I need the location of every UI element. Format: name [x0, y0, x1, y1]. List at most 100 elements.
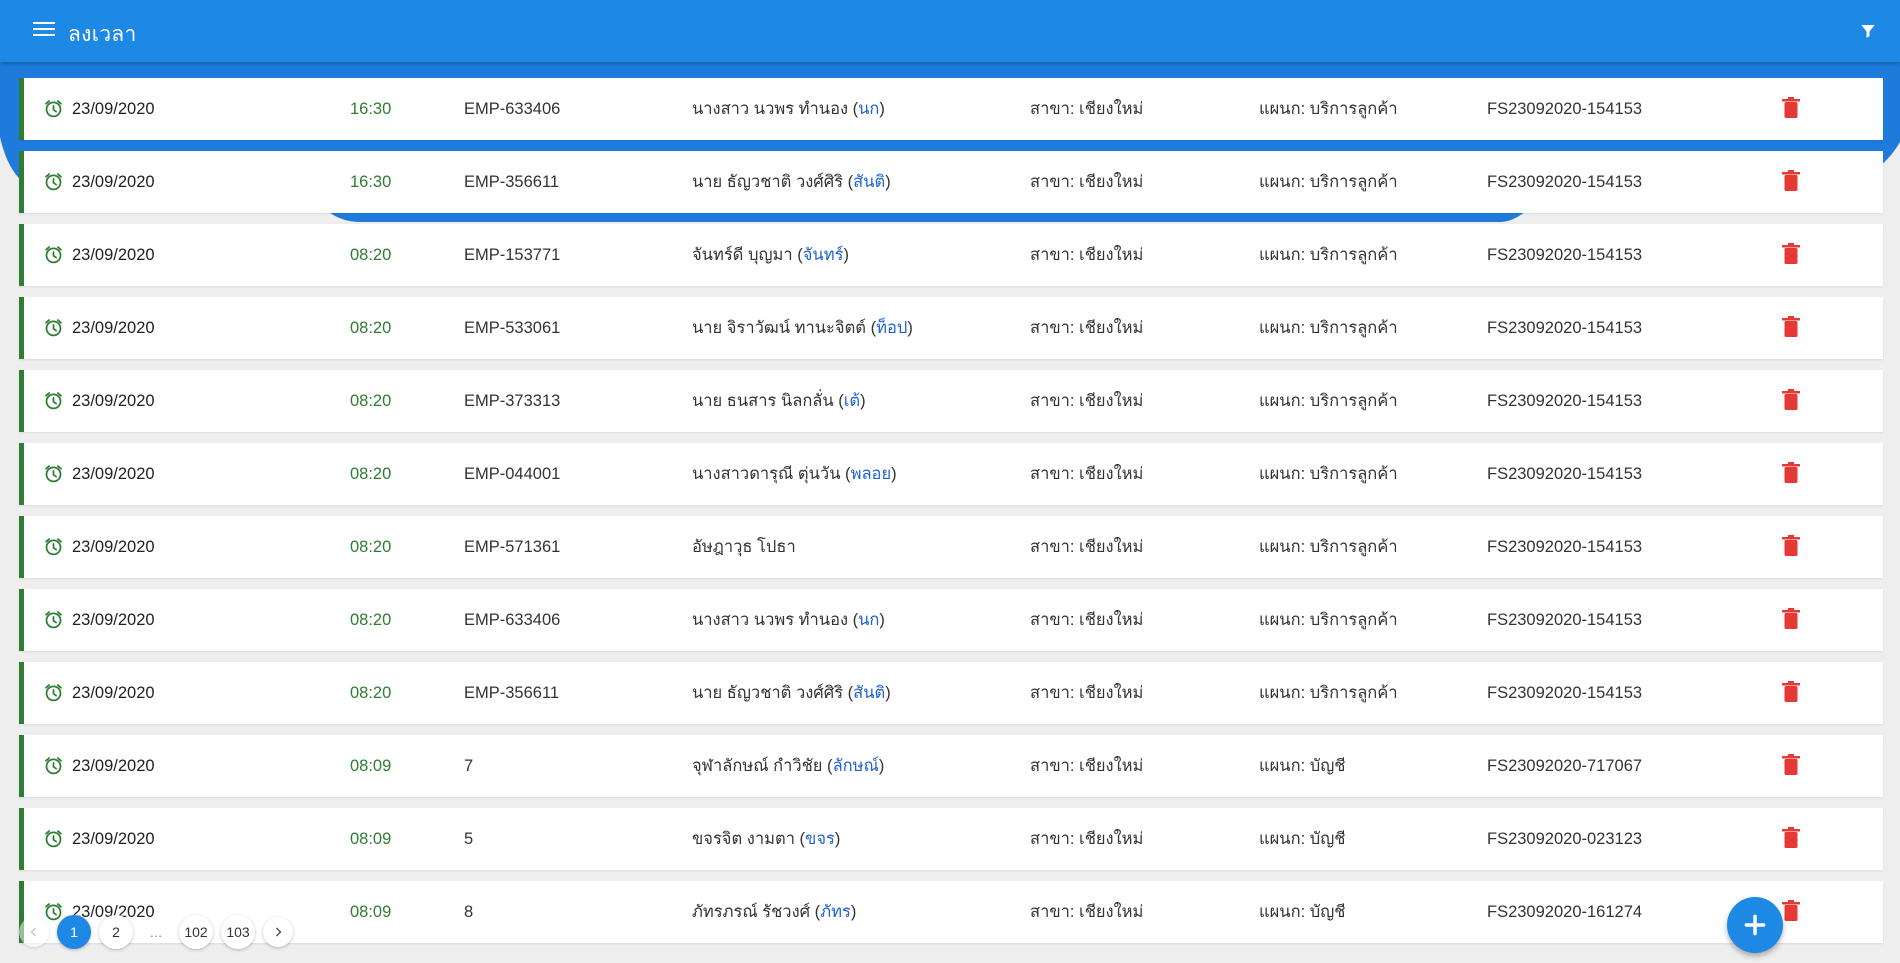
employee-nickname: สันติ	[853, 173, 886, 191]
row-branch: สาขา: เชียงใหม่	[1030, 684, 1144, 702]
row-time: 08:09	[350, 830, 392, 848]
row-branch: สาขา: เชียงใหม่	[1030, 465, 1144, 483]
row-department: แผนก: บัญชี	[1259, 757, 1346, 775]
row-employee-id: EMP-356611	[464, 684, 560, 702]
row-branch: สาขา: เชียงใหม่	[1030, 830, 1144, 848]
row-employee-id: EMP-153771	[464, 246, 561, 264]
alarm-clock-icon	[43, 662, 65, 724]
row-date: 23/09/2020	[72, 246, 155, 264]
alarm-clock-icon	[43, 370, 65, 432]
attendance-row[interactable]: 23/09/2020 08:20 EMP-356611 นาย ธัญวชาติ…	[19, 662, 1883, 724]
delete-icon[interactable]	[1782, 151, 1802, 213]
row-date: 23/09/2020	[72, 538, 155, 556]
delete-icon[interactable]	[1782, 662, 1802, 724]
menu-icon[interactable]	[33, 22, 55, 40]
plus-icon	[1744, 914, 1766, 936]
row-employee-name: นาย ธัญวชาติ วงศ์ศิริ (สันติ)	[692, 151, 891, 213]
row-department: แผนก: บริการลูกค้า	[1259, 173, 1398, 191]
row-department: แผนก: บัญชี	[1259, 903, 1346, 921]
delete-icon[interactable]	[1782, 297, 1802, 359]
row-document-no: FS23092020-023123	[1487, 830, 1643, 848]
attendance-row[interactable]: 23/09/2020 08:09 7 จุฬาลักษณ์ กำวิชัย (ล…	[19, 735, 1883, 797]
delete-icon[interactable]	[1782, 516, 1802, 578]
name-close-paren: )	[885, 173, 891, 191]
row-branch: สาขา: เชียงใหม่	[1030, 100, 1144, 118]
row-date: 23/09/2020	[72, 830, 155, 848]
row-branch: สาขา: เชียงใหม่	[1030, 246, 1144, 264]
row-document-no: FS23092020-154153	[1487, 173, 1643, 191]
delete-icon[interactable]	[1782, 589, 1802, 651]
row-branch: สาขา: เชียงใหม่	[1030, 611, 1144, 629]
row-time: 08:09	[350, 757, 392, 775]
chevron-right-icon[interactable]	[263, 917, 293, 947]
delete-icon[interactable]	[1782, 370, 1802, 432]
row-date: 23/09/2020	[72, 465, 155, 483]
name-close-paren: )	[907, 319, 913, 337]
pagination: 1 2 … 102 103	[19, 915, 301, 949]
attendance-row[interactable]: 23/09/2020 08:20 EMP-044001 นางสาวดารุณี…	[19, 443, 1883, 505]
delete-icon[interactable]	[1782, 881, 1802, 943]
pagination-ellipsis: …	[149, 924, 163, 940]
attendance-row[interactable]: 23/09/2020 08:20 EMP-571361 อัษฎาวุธ โปธ…	[19, 516, 1883, 578]
row-department: แผนก: บริการลูกค้า	[1259, 611, 1398, 629]
delete-icon[interactable]	[1782, 224, 1802, 286]
app-bar: ลงเวลา	[0, 0, 1900, 62]
row-employee-id: EMP-633406	[464, 611, 561, 629]
row-employee-id: 5	[464, 830, 474, 848]
employee-nickname: เต้	[843, 392, 861, 410]
row-date: 23/09/2020	[72, 100, 155, 118]
row-department: แผนก: บัญชี	[1259, 830, 1346, 848]
row-date: 23/09/2020	[72, 757, 155, 775]
row-department: แผนก: บริการลูกค้า	[1259, 100, 1398, 118]
delete-icon[interactable]	[1782, 78, 1802, 140]
filter-icon[interactable]	[1859, 22, 1877, 40]
row-employee-id: EMP-571361	[464, 538, 561, 556]
row-document-no: FS23092020-154153	[1487, 465, 1643, 483]
employee-nickname: นก	[858, 611, 880, 629]
alarm-clock-icon	[43, 735, 65, 797]
page-button[interactable]: 103	[221, 915, 255, 949]
add-button[interactable]	[1727, 897, 1783, 953]
row-department: แผนก: บริการลูกค้า	[1259, 246, 1398, 264]
delete-icon[interactable]	[1782, 808, 1802, 870]
attendance-row[interactable]: 23/09/2020 08:20 EMP-633406 นางสาว นวพร …	[19, 589, 1883, 651]
row-employee-id: EMP-356611	[464, 173, 560, 191]
row-time: 08:20	[350, 538, 392, 556]
name-close-paren: )	[879, 100, 885, 118]
row-date: 23/09/2020	[72, 173, 155, 191]
row-branch: สาขา: เชียงใหม่	[1030, 392, 1144, 410]
attendance-row[interactable]: 23/09/2020 08:20 EMP-153771 จันทร์ดี บุญ…	[19, 224, 1883, 286]
attendance-row[interactable]: 23/09/2020 08:20 EMP-533061 นาย จิราวัฒน…	[19, 297, 1883, 359]
attendance-row[interactable]: 23/09/2020 08:09 5 ขจรจิต งามตา (ขจร) สา…	[19, 808, 1883, 870]
row-employee-name: นางสาวดารุณี ตุ่นวัน (พลอย)	[692, 443, 897, 505]
row-document-no: FS23092020-154153	[1487, 246, 1643, 264]
content-area: 23/09/2020 16:30 EMP-633406 นางสาว นวพร …	[0, 62, 1900, 963]
row-time: 16:30	[350, 100, 392, 118]
row-department: แผนก: บริการลูกค้า	[1259, 538, 1398, 556]
row-time: 08:09	[350, 903, 392, 921]
attendance-row[interactable]: 23/09/2020 16:30 EMP-633406 นางสาว นวพร …	[19, 78, 1883, 140]
row-employee-id: EMP-533061	[464, 319, 561, 337]
name-close-paren: )	[879, 611, 885, 629]
row-department: แผนก: บริการลูกค้า	[1259, 319, 1398, 337]
row-department: แผนก: บริการลูกค้า	[1259, 465, 1398, 483]
alarm-clock-icon	[43, 443, 65, 505]
row-date: 23/09/2020	[72, 392, 155, 410]
delete-icon[interactable]	[1782, 735, 1802, 797]
row-time: 08:20	[350, 465, 392, 483]
page-button[interactable]: 2	[99, 915, 133, 949]
name-close-paren: )	[834, 830, 841, 848]
attendance-row[interactable]: 23/09/2020 16:30 EMP-356611 นาย ธัญวชาติ…	[19, 151, 1883, 213]
delete-icon[interactable]	[1782, 443, 1802, 505]
row-document-no: FS23092020-154153	[1487, 319, 1643, 337]
chevron-left-icon[interactable]	[19, 917, 49, 947]
employee-nickname: สันติ	[853, 684, 886, 702]
attendance-row[interactable]: 23/09/2020 08:20 EMP-373313 นาย ธนสาร นิ…	[19, 370, 1883, 432]
page-button[interactable]: 102	[179, 915, 213, 949]
employee-name-text: นาย จิราวัฒน์ ทานะจิตต์ (	[692, 319, 877, 337]
row-document-no: FS23092020-161274	[1487, 903, 1643, 921]
page-button[interactable]: 1	[57, 915, 91, 949]
row-document-no: FS23092020-154153	[1487, 684, 1643, 702]
alarm-clock-icon	[43, 78, 65, 140]
employee-name-text: นางสาวดารุณี ตุ่นวัน (	[692, 465, 851, 483]
